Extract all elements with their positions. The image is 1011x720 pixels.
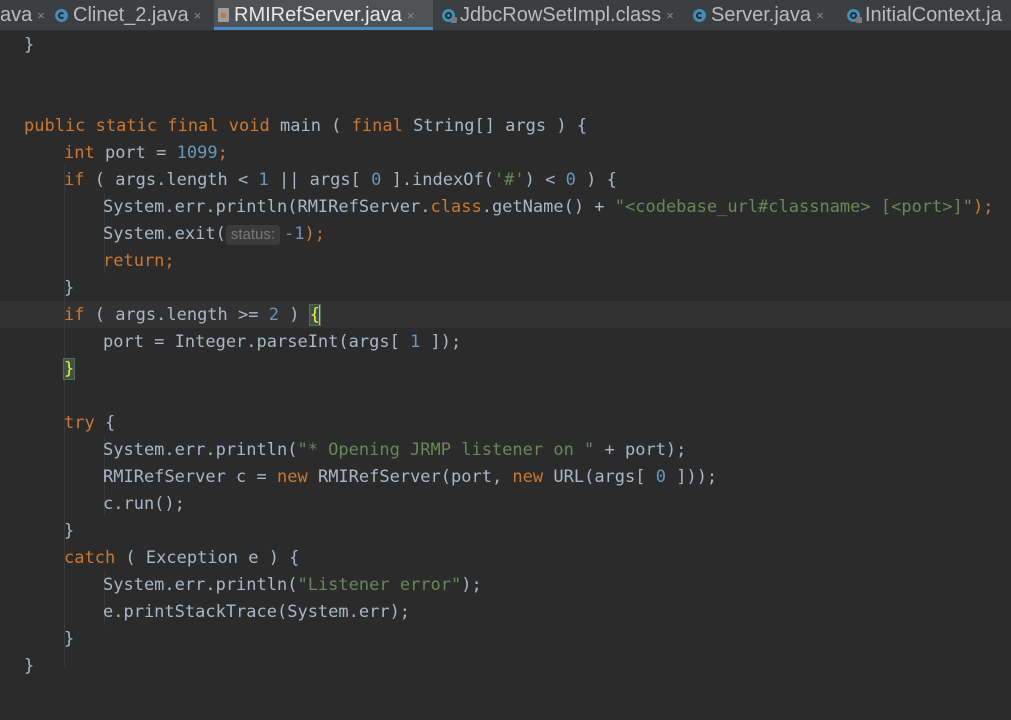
code-line: System.err.println(RMIRefServer.class.ge… — [103, 197, 994, 217]
code-line: RMIRefServer c = new RMIRefServer(port, … — [103, 467, 718, 487]
close-icon[interactable]: × — [37, 8, 45, 23]
tab-label: ava — [0, 3, 33, 26]
tab-initialcontext[interactable]: InitialContext.ja — [843, 0, 1011, 30]
tab-jdbcrowsetimpl-class[interactable]: JdbcRowSetImpl.class × — [438, 0, 686, 30]
close-icon[interactable]: × — [816, 8, 824, 23]
code-line: catch ( Exception e ) { — [64, 548, 300, 568]
tab-server-java[interactable]: Server.java × — [689, 0, 839, 30]
code-line: } — [64, 629, 75, 649]
code-line: } — [64, 278, 75, 298]
close-icon[interactable]: × — [407, 8, 415, 23]
code-line: public static final void main ( final St… — [24, 116, 588, 136]
code-line: c.run(); — [103, 494, 185, 514]
tab-label: JdbcRowSetImpl.class — [460, 3, 662, 26]
tab-partial-left[interactable]: ava × — [0, 0, 45, 30]
parameter-hint: status: — [225, 225, 281, 245]
code-line: return; — [103, 251, 175, 271]
tab-label: Clinet_2.java — [73, 3, 189, 26]
tab-clinet-2-java[interactable]: Clinet_2.java × — [51, 0, 213, 30]
tab-label: Server.java — [711, 3, 812, 26]
code-line: System.err.println("Listener error"); — [103, 575, 482, 595]
close-icon[interactable]: × — [666, 8, 674, 23]
compiled-class-icon — [847, 8, 862, 23]
tab-label: RMIRefServer.java — [234, 3, 402, 26]
editor-tab-bar: ava × Clinet_2.java × RMIRefServer.java … — [0, 0, 1011, 31]
tab-rmirefserver-java[interactable]: RMIRefServer.java × — [214, 0, 433, 30]
code-line: int port = 1099; — [64, 143, 228, 163]
tab-label: InitialContext.ja — [865, 3, 1002, 26]
code-line-current: if ( args.length >= 2 ) { — [64, 304, 321, 326]
code-line: } — [62, 356, 76, 383]
compiled-class-icon — [442, 8, 457, 23]
java-class-icon — [693, 8, 706, 22]
code-editor[interactable]: } public static final void main ( final … — [0, 31, 1011, 720]
code-line: try { — [64, 413, 116, 433]
code-line: port = Integer.parseInt(args[ 1 ]); — [103, 332, 462, 352]
code-line: } — [24, 656, 35, 676]
matched-brace: } — [62, 358, 76, 380]
code-line: e.printStackTrace(System.err); — [103, 602, 411, 622]
text-cursor — [318, 305, 321, 325]
close-icon[interactable]: × — [194, 8, 202, 23]
java-class-icon — [55, 8, 68, 22]
code-line: System.exit(status: -1); — [103, 224, 325, 245]
code-line: } — [64, 521, 75, 541]
code-line: System.err.println("* Opening JRMP liste… — [103, 440, 687, 460]
code-line: } — [24, 35, 35, 55]
java-file-icon — [218, 8, 229, 22]
code-line: if ( args.length < 1 || args[ 0 ].indexO… — [64, 170, 617, 190]
